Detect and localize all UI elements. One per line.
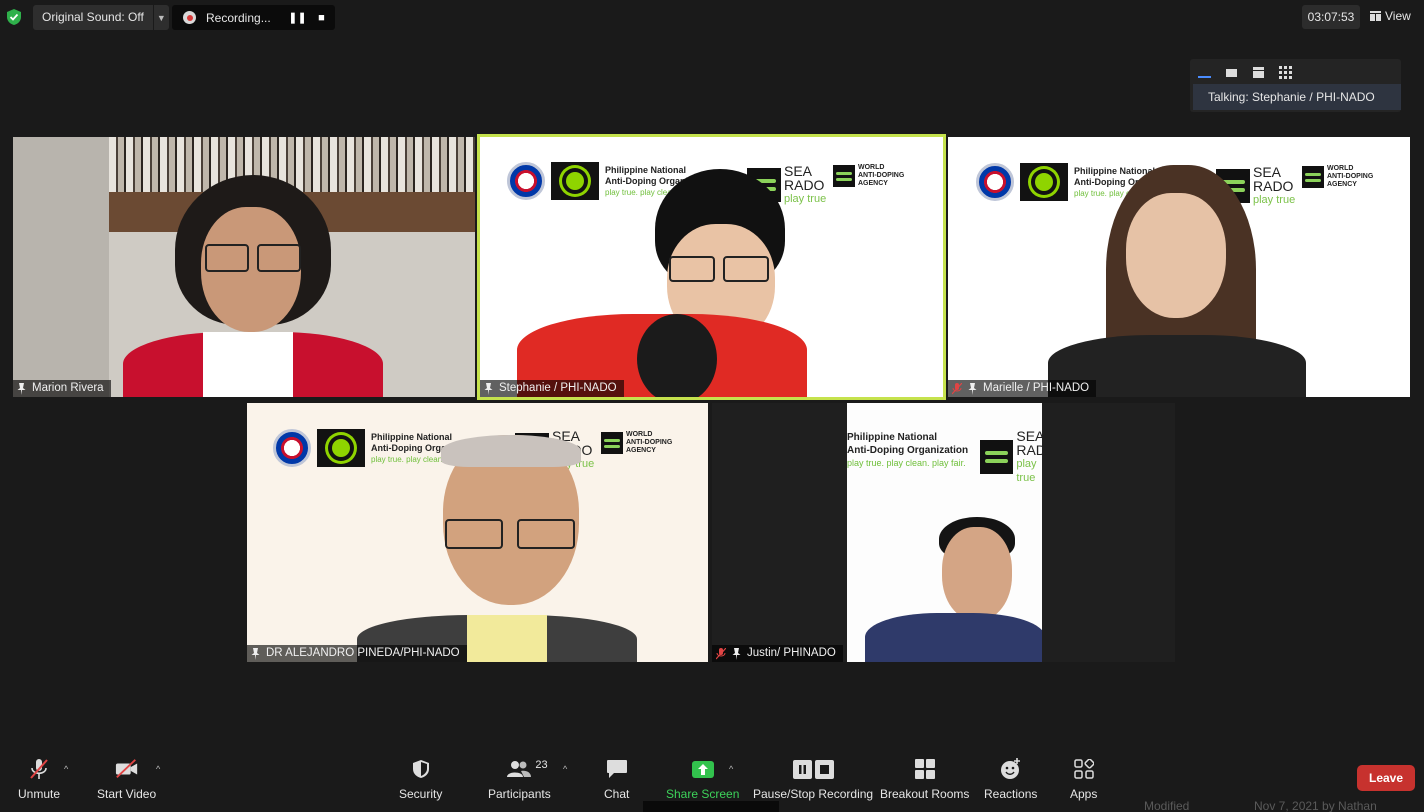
shield-icon — [412, 760, 429, 778]
participants-label[interactable]: Participants — [488, 787, 551, 801]
muted-mic-icon — [716, 647, 726, 659]
unmute-button[interactable]: Unmute — [18, 758, 60, 801]
grid-icon — [1370, 11, 1381, 21]
bottom-strip — [643, 801, 779, 812]
talking-indicator: Talking: Stephanie / PHI-NADO — [1193, 84, 1401, 110]
pin-icon — [968, 382, 977, 395]
view-button[interactable]: View — [1370, 6, 1411, 26]
video-tile-stephanie[interactable]: Philippine National Anti-Doping Organizat… — [477, 134, 946, 400]
participant-video-marielle — [1048, 165, 1328, 397]
participant-name: Stephanie / PHI-NADO — [499, 382, 617, 394]
share-options-caret-icon[interactable]: ^ — [729, 764, 733, 774]
audio-options-caret-icon[interactable]: ^ — [64, 764, 68, 774]
security-button[interactable]: Security — [399, 758, 442, 801]
strip-layout-icon[interactable] — [1252, 66, 1265, 79]
participant-name-tag: DR ALEJANDRO PINEDA/PHI-NADO — [247, 645, 467, 662]
apps-label[interactable]: Apps — [1070, 787, 1097, 801]
pin-icon — [251, 647, 260, 660]
participants-button[interactable]: 23 Participants — [488, 758, 551, 801]
chevron-down-icon[interactable]: ▼ — [152, 5, 169, 30]
security-shield-icon[interactable] — [6, 8, 22, 26]
video-off-icon — [115, 759, 137, 778]
apps-icon — [1073, 759, 1094, 779]
pin-icon — [484, 382, 493, 395]
behind-window-text-left: Modified — [1144, 799, 1190, 812]
behind-window-text-right: Nov 7, 2021 by Nathan — [1254, 799, 1377, 812]
security-label[interactable]: Security — [399, 787, 442, 801]
seal-logo — [976, 163, 1014, 201]
participants-count: 23 — [535, 759, 548, 771]
participant-name-tag: Marielle / PHI-NADO — [948, 380, 1097, 397]
pause-icon — [792, 759, 812, 779]
participant-name: Marion Rivera — [32, 382, 104, 394]
stop-icon — [814, 759, 834, 779]
unmute-label[interactable]: Unmute — [18, 787, 60, 801]
recording-label: Recording... — [206, 10, 271, 25]
participants-options-caret-icon[interactable]: ^ — [563, 764, 567, 774]
pause-stop-recording-button[interactable]: Pause/Stop Recording — [753, 758, 873, 801]
pause-stop-recording-label[interactable]: Pause/Stop Recording — [753, 787, 873, 801]
participant-name-tag: Stephanie / PHI-NADO — [480, 380, 624, 397]
participant-name: Justin/ PHINADO — [747, 647, 836, 659]
participant-video-marion — [123, 167, 383, 397]
participant-video-stephanie — [517, 164, 877, 400]
video-tile-marion[interactable]: Marion Rivera — [13, 137, 475, 397]
reactions-button[interactable]: Reactions — [984, 758, 1037, 801]
people-icon — [507, 761, 532, 777]
pause-recording-icon[interactable]: ❚❚ — [287, 7, 308, 28]
start-video-label[interactable]: Start Video — [97, 787, 156, 801]
video-tile-justin[interactable]: Philippine National Anti-Doping Organizat… — [712, 403, 1175, 662]
pin-icon — [732, 647, 741, 660]
recording-dot-icon — [183, 11, 196, 24]
minimize-layout-icon[interactable] — [1198, 66, 1211, 79]
participant-name: Marielle / PHI-NADO — [983, 382, 1090, 394]
stop-recording-icon[interactable]: ■ — [311, 7, 332, 28]
share-screen-icon — [691, 760, 714, 778]
muted-mic-icon — [952, 382, 962, 394]
participant-video-pineda — [357, 435, 657, 662]
chat-label[interactable]: Chat — [604, 787, 629, 801]
view-label[interactable]: View — [1385, 9, 1411, 23]
recording-indicator: Recording... ❚❚ ■ — [172, 5, 335, 30]
participant-name-tag: Justin/ PHINADO — [712, 645, 843, 662]
original-sound-dropdown[interactable]: Original Sound: Off ▼ — [33, 5, 169, 30]
gallery-layout-icon[interactable] — [1279, 66, 1292, 79]
speaker-layout-icon[interactable] — [1225, 66, 1238, 79]
meeting-timer: 03:07:53 — [1302, 5, 1360, 29]
muted-mic-icon — [30, 759, 48, 779]
video-tile-marielle[interactable]: Philippine National Anti-Doping Organizat… — [948, 137, 1410, 397]
searado-logo: SEARADOplay true — [980, 429, 1042, 485]
apps-button[interactable]: Apps — [1070, 758, 1097, 801]
video-options-caret-icon[interactable]: ^ — [156, 764, 160, 774]
pin-icon — [17, 382, 26, 395]
original-sound-label[interactable]: Original Sound: Off — [33, 5, 153, 30]
breakout-rooms-icon — [914, 759, 935, 779]
video-tile-pineda[interactable]: Philippine National Anti-Doping Organizat… — [247, 403, 708, 662]
smiley-plus-icon — [1000, 758, 1020, 779]
justin-video-frame: Philippine National Anti-Doping Organizat… — [847, 403, 1042, 662]
breakout-rooms-button[interactable]: Breakout Rooms — [880, 758, 969, 801]
share-screen-label[interactable]: Share Screen — [666, 787, 739, 801]
chat-bubble-icon — [606, 760, 627, 778]
participant-name-tag: Marion Rivera — [13, 380, 111, 397]
reactions-label[interactable]: Reactions — [984, 787, 1037, 801]
participant-name: DR ALEJANDRO PINEDA/PHI-NADO — [266, 647, 460, 659]
seal-logo — [507, 162, 545, 200]
breakout-rooms-label[interactable]: Breakout Rooms — [880, 787, 969, 801]
org-logo-text: Philippine National Anti-Doping Organizat… — [847, 432, 969, 468]
microphone — [637, 314, 717, 400]
leave-button[interactable]: Leave — [1357, 765, 1415, 791]
start-video-button[interactable]: Start Video — [97, 758, 156, 801]
participant-video-justin — [857, 515, 1042, 662]
chat-button[interactable]: Chat — [604, 758, 629, 801]
seal-logo — [273, 429, 311, 467]
wall-shadow — [13, 137, 109, 397]
